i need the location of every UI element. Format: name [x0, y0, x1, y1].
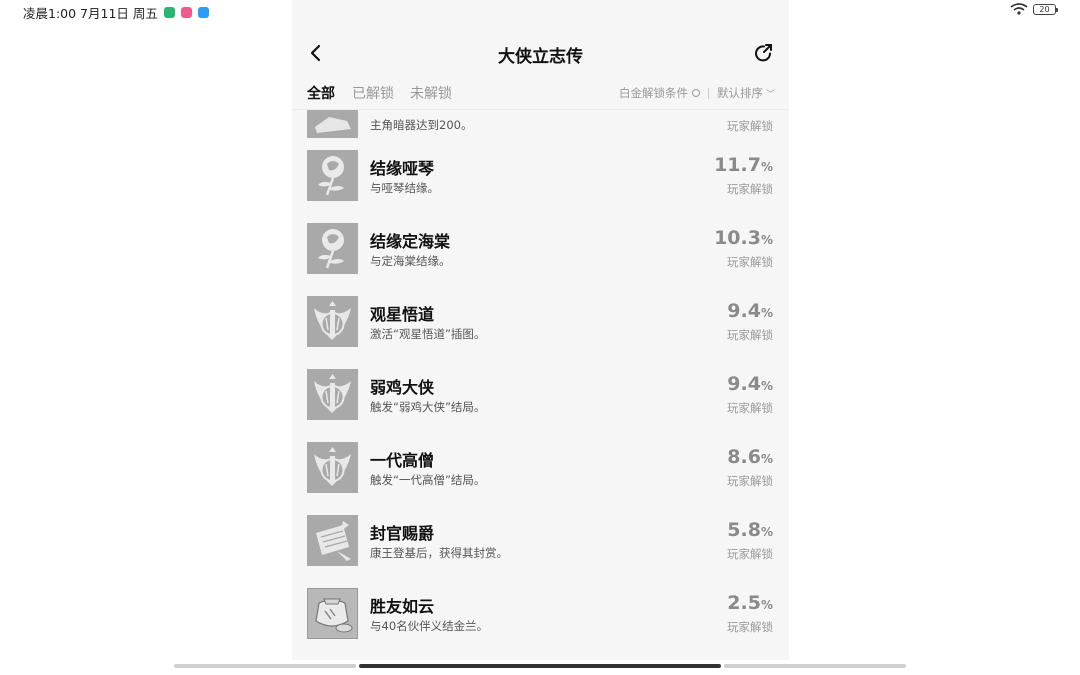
achievement-desc: 与哑琴结缘。: [370, 181, 439, 195]
emblem-icon: [307, 369, 358, 420]
achievement-desc: 激活“观星悟道”插图。: [370, 327, 486, 341]
wifi-icon: [1010, 3, 1028, 15]
arrow-app-icon: [197, 7, 209, 18]
achievement-desc: 触发“一代高僧”结局。: [370, 473, 486, 487]
achievement-row[interactable]: 胜友如云与40名伙伴义结金兰。 2.5% 玩家解锁: [292, 588, 789, 660]
page-indicator-right: [724, 664, 906, 668]
status-time: 凌晨1:00 7月11日 周五: [23, 6, 158, 21]
percent-value: 9.4: [727, 373, 761, 395]
percent-unit: %: [760, 306, 773, 320]
percent-unit: %: [760, 525, 773, 539]
achievement-name: 一代高僧: [370, 451, 435, 470]
unlock-caption: 玩家解锁: [727, 182, 773, 196]
achievement-name: 胜友如云: [370, 597, 435, 616]
emblem-icon: [307, 296, 358, 347]
achievement-desc: 与40名伙伴义结金兰。: [370, 619, 489, 633]
scroll-icon: [307, 515, 358, 566]
achievement-row[interactable]: 封官赐爵康王登基后，获得其封赏。 5.8% 玩家解锁: [292, 515, 789, 588]
unlock-percent: 9.4%: [727, 373, 773, 395]
achievement-desc: 主角暗器达到200。: [370, 118, 473, 132]
bilibili-app-icon: [180, 7, 192, 18]
percent-unit: %: [760, 598, 773, 612]
unlock-percent: 5.8%: [727, 519, 773, 541]
page-title: 大侠立志传: [498, 47, 583, 67]
platinum-condition-toggle[interactable]: 白金解锁条件: [619, 85, 700, 101]
achievement-name: 封官赐爵: [370, 524, 435, 543]
unlock-caption: 玩家解锁: [727, 328, 773, 342]
achievement-desc: 与定海棠结缘。: [370, 254, 451, 268]
filter-options: 白金解锁条件 默认排序 ﹀: [619, 85, 775, 101]
unlock-percent: 9.4%: [727, 300, 773, 322]
percent-value: 10.3: [714, 227, 761, 249]
tab-all[interactable]: 全部: [307, 83, 335, 103]
sort-dropdown[interactable]: 默认排序 ﹀: [717, 85, 775, 101]
tab-locked[interactable]: 未解锁: [410, 83, 452, 103]
percent-value: 11.7: [714, 154, 761, 176]
achievement-row[interactable]: 弱鸡大侠触发“弱鸡大侠”结局。 9.4% 玩家解锁: [292, 369, 789, 442]
percent-unit: %: [760, 233, 773, 247]
percent-value: 9.4: [727, 300, 761, 322]
app-panel: 主角暗器达到200。 玩家解锁 结缘哑琴 与哑琴结缘。 11.7% 玩家解锁 结缘定海棠 与定…: [292, 0, 789, 660]
achievement-row[interactable]: 一代高僧触发“一代高僧”结局。 8.6% 玩家解锁: [292, 442, 789, 515]
divider: [707, 87, 709, 99]
share-icon[interactable]: [753, 42, 775, 64]
unlock-percent: 2.5%: [727, 592, 773, 614]
battery-icon: 20: [1033, 3, 1058, 15]
percent-value: 8.6: [727, 446, 761, 468]
achievement-name: 结缘定海棠: [370, 232, 451, 251]
percent-value: 2.5: [727, 592, 761, 614]
achievement-name: 观星悟道: [370, 305, 435, 324]
page-indicator-left: [174, 664, 356, 668]
unlock-percent: 10.3%: [714, 227, 773, 249]
chevron-down-icon: ﹀: [765, 90, 775, 100]
platinum-condition-label: 白金解锁条件: [618, 86, 688, 100]
home-indicator[interactable]: [359, 664, 721, 668]
unlock-caption: 玩家解锁: [727, 547, 773, 561]
unlock-caption: 玩家解锁: [727, 401, 773, 415]
radio-circle-icon: [691, 89, 700, 97]
pot-icon: [307, 588, 358, 639]
tab-unlocked[interactable]: 已解锁: [352, 83, 394, 103]
status-right: 20: [1010, 3, 1058, 15]
unlock-caption: 玩家解锁: [727, 620, 773, 634]
unlock-caption: 玩家解锁: [727, 119, 773, 133]
rose-icon: [307, 150, 358, 201]
achievement-row[interactable]: 结缘哑琴与哑琴结缘。 11.7% 玩家解锁: [292, 150, 789, 223]
achievement-row[interactable]: 结缘定海棠与定海棠结缘。 10.3% 玩家解锁: [292, 223, 789, 296]
percent-unit: %: [760, 160, 773, 174]
achievement-row[interactable]: 观星悟道激活“观星悟道”插图。 9.4% 玩家解锁: [292, 296, 789, 369]
sort-label: 默认排序: [716, 86, 763, 100]
achievement-desc: 触发“弱鸡大侠”结局。: [370, 400, 486, 414]
percent-unit: %: [760, 452, 773, 466]
percent-value: 5.8: [727, 519, 761, 541]
rose-icon: [307, 223, 358, 274]
unlock-caption: 玩家解锁: [727, 474, 773, 488]
unlock-percent: 11.7%: [714, 154, 773, 176]
achievement-name: 弱鸡大侠: [370, 378, 435, 397]
unlock-percent: 8.6%: [727, 446, 773, 468]
percent-unit: %: [760, 379, 773, 393]
filter-tabs: 全部 已解锁 未解锁 白金解锁条件 默认排序 ﹀: [292, 80, 789, 110]
achievement-desc: 康王登基后，获得其封赏。: [370, 546, 508, 560]
emblem-icon: [307, 442, 358, 493]
nav-bar: 大侠立志传: [292, 32, 789, 74]
shield-app-icon: [163, 7, 175, 18]
status-left: 凌晨1:00 7月11日 周五: [23, 3, 209, 22]
unlock-caption: 玩家解锁: [727, 255, 773, 269]
achievement-name: 结缘哑琴: [370, 159, 435, 178]
